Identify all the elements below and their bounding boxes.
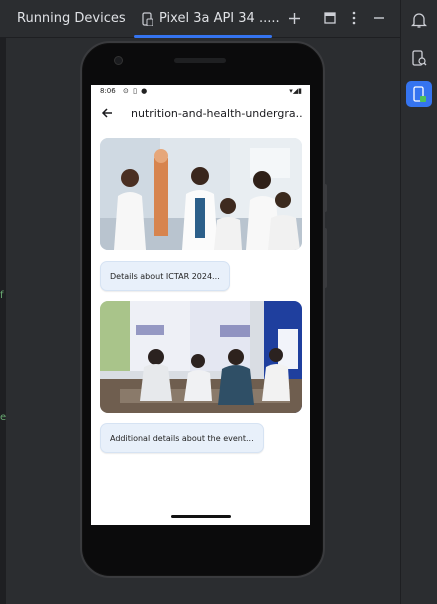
image-card-event[interactable] [100,301,302,413]
ide-window: Running Devices Pixel 3a API 34 ..... f … [0,0,437,604]
status-time: 8:06 [100,87,116,95]
more-vertical-icon [352,11,356,25]
gesture-nav-pill[interactable] [171,515,231,518]
running-devices-button[interactable] [406,81,432,107]
editor-gutter-mark: f [0,290,4,301]
event-details-card[interactable]: Details about ICTAR 2024... [100,261,230,291]
active-tab-indicator [134,35,272,38]
earpiece-speaker [174,58,226,63]
device-explorer-icon [412,49,427,66]
event-registration-image [100,301,302,413]
status-bar: 8:06 ⊙ ▯ ● ▾◢▮ [91,85,310,99]
notifications-bell-icon [411,12,427,28]
back-arrow-icon[interactable] [100,106,114,120]
plus-icon [288,12,300,24]
app-title: nutrition-and-health-undergra... [131,107,303,120]
more-options-button[interactable] [345,9,363,27]
image-card-students[interactable] [100,138,302,250]
device-screen[interactable]: 8:06 ⊙ ▯ ● ▾◢▮ nutrition-and-health-unde… [91,85,310,525]
minimize-button[interactable] [370,9,388,27]
tool-window-title: Running Devices [17,11,126,26]
status-notification-icons: ⊙ ▯ ● [123,87,149,95]
phone-frame: 8:06 ⊙ ▯ ● ▾◢▮ nutrition-and-health-unde… [80,41,325,578]
device-explorer-button[interactable] [406,45,432,71]
status-signal-battery: ▾◢▮ [289,87,302,95]
students-lab-coats-image [100,138,302,250]
tab-device-pixel3a[interactable]: Pixel 3a API 34 ..... [134,0,280,38]
running-devices-icon [413,85,426,102]
minimize-icon [374,17,384,19]
front-camera [114,56,123,65]
notifications-button[interactable] [406,7,432,33]
add-device-button[interactable] [285,9,303,27]
additional-details-card[interactable]: Additional details about the event... [100,423,264,453]
app-bar: nutrition-and-health-undergra... [91,99,310,129]
window-layout-icon [324,12,336,24]
device-tab-icon [142,12,153,26]
right-tool-strip [400,0,437,604]
window-layout-button[interactable] [321,9,339,27]
device-tab-label: Pixel 3a API 34 ..... [159,11,280,26]
running-devices-toolbar: Running Devices Pixel 3a API 34 ..... [0,0,400,38]
